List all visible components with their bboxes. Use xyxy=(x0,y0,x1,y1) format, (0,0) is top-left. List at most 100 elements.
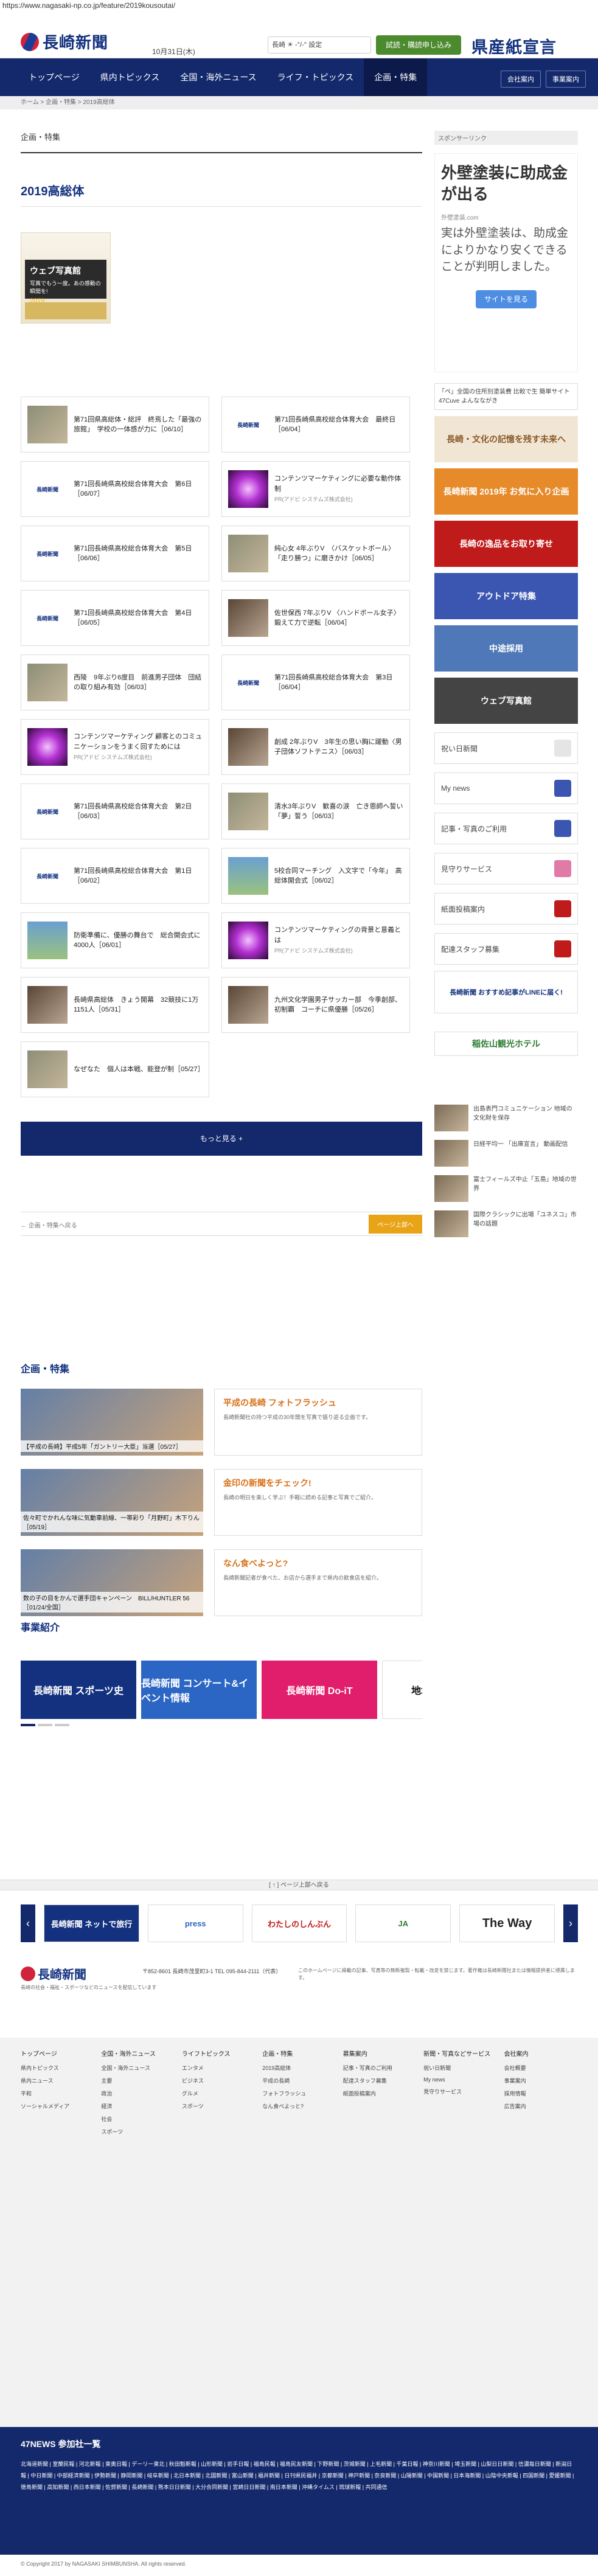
sitemap-link[interactable]: 社会 xyxy=(101,2115,174,2123)
chevron-right-icon[interactable]: › xyxy=(563,1904,578,1942)
feature-item[interactable]: 数の子の目をかんで選手団キャンペーン BILL/HUNTLER 56［01/24… xyxy=(21,1549,422,1616)
sidebar-news-item[interactable]: 富士フィールズ中止「五島」地域の世界 xyxy=(434,1175,578,1202)
sitemap-link[interactable]: ソーシャルメディア xyxy=(21,2102,94,2110)
sitemap-link[interactable]: 紙面投稿案内 xyxy=(343,2089,416,2097)
sitemap-link[interactable]: 県内トピックス xyxy=(21,2064,94,2072)
partner-banner[interactable]: JA xyxy=(355,1904,451,1942)
sitemap-heading[interactable]: 企画・特集 xyxy=(262,2049,335,2058)
sitemap-link[interactable]: 配達スタッフ募集 xyxy=(343,2077,416,2085)
article-card[interactable]: 佐世保西 7年ぶりV 〈ハンドボール女子〉 鍛えて力で逆転［06/04］ xyxy=(221,590,410,646)
sidebar-banner[interactable]: ウェブ写真館 xyxy=(434,678,578,724)
business-banner[interactable]: 地域×ク FAA xyxy=(382,1661,422,1719)
article-card[interactable]: 第71回県高総体・総評 終焉した「最強の旅館」 学校の一体感が力に［06/10］ xyxy=(21,397,209,453)
sitemap-link[interactable]: スポーツ xyxy=(182,2102,255,2110)
site-logo[interactable]: 長崎新聞 xyxy=(21,30,108,53)
sitemap-link[interactable]: 主要 xyxy=(101,2077,174,2085)
article-card[interactable]: 長崎新聞 第71回長崎県高校総合体育大会 第4日［06/05］ xyxy=(21,590,209,646)
sitemap-link[interactable]: 平成の長崎 xyxy=(262,2077,335,2085)
sitemap-link[interactable]: 政治 xyxy=(101,2089,174,2097)
carousel-dot[interactable] xyxy=(55,1724,69,1726)
sidebar-banner[interactable]: 長崎・文化の記憶を残す未来へ xyxy=(434,416,578,462)
nav-life[interactable]: ライフ・トピックス xyxy=(267,58,364,96)
nav-features[interactable]: 企画・特集 xyxy=(364,58,428,96)
sidebar-banner[interactable]: アウトドア特集 xyxy=(434,573,578,619)
page-top-button[interactable]: ページ上部へ xyxy=(369,1215,422,1234)
sitemap-heading[interactable]: 新聞・写真などサービス xyxy=(423,2049,496,2058)
article-card[interactable]: 長崎新聞 第71回長崎県高校総合体育大会 第1日［06/02］ xyxy=(21,848,209,904)
sitemap-link[interactable]: 広告案内 xyxy=(504,2102,577,2110)
sitemap-heading[interactable]: 募集案内 xyxy=(343,2049,416,2058)
partner-banner[interactable]: press xyxy=(147,1904,243,1942)
sitemap-link[interactable]: 見守りサービス xyxy=(423,2088,496,2095)
sitemap-link[interactable]: なん食べよっと? xyxy=(262,2102,335,2110)
feature-item[interactable]: 佐々町でかれんな味に気動車前線、一帯彩り「月野町」木下りん［05/19］ 金印の… xyxy=(21,1469,422,1536)
article-card[interactable]: 5校合同マーチング 入文字で「今年」 高総体開会式［06/02］ xyxy=(221,848,410,904)
article-card[interactable]: 長崎県高総体 きょう開幕 32競技に1万1151人［05/31］ xyxy=(21,977,209,1033)
back-to-top-bar[interactable]: [ ↑ ] ページ上部へ戻る xyxy=(0,1880,598,1890)
sidebar-link[interactable]: 紙面投稿案内 xyxy=(434,893,578,925)
carousel-dot[interactable] xyxy=(38,1724,52,1726)
sitemap-link[interactable]: 経済 xyxy=(101,2102,174,2110)
sidebar-banner[interactable]: 長崎の逸品をお取り寄せ xyxy=(434,521,578,567)
ad-text-link[interactable]: 「ペ」全国の住所別塗装費 比較で生 簡単サイト 47Cuve よんなながき xyxy=(434,383,578,410)
sidebar-link[interactable]: 記事・写真のご利用 xyxy=(434,813,578,844)
sidebar-banner[interactable]: 中途採用 xyxy=(434,625,578,672)
sitemap-link[interactable]: 事業案内 xyxy=(504,2077,577,2085)
ad-button[interactable]: サイトを見る xyxy=(476,290,537,308)
sidebar-link[interactable]: 見守りサービス xyxy=(434,853,578,884)
sidebar-news-item[interactable]: 出島表門コミュニケーション 地域の文化財を保存 xyxy=(434,1105,578,1131)
sidebar-banner[interactable]: 長崎新聞 2019年 お気に入り企画 xyxy=(434,468,578,515)
partner-banner[interactable]: The Way xyxy=(459,1904,555,1942)
sidebar-link[interactable]: 配達スタッフ募集 xyxy=(434,933,578,965)
article-card[interactable]: なぜなた 個人は本戦、能登が制［05/27］ xyxy=(21,1041,209,1097)
article-card[interactable]: 創成 2年ぶりV 3年生の思い胸に躍動〈男子団体ソフトテニス〉［06/03］ xyxy=(221,719,410,775)
sitemap-link[interactable]: 全国・海外ニュース xyxy=(101,2064,174,2072)
nav-top[interactable]: トップページ xyxy=(18,58,90,96)
sitemap-link[interactable]: 祝い日新聞 xyxy=(423,2064,496,2072)
sitemap-heading[interactable]: 会社案内 xyxy=(504,2049,577,2058)
sidebar-news-item[interactable]: 日経平均一 「出庫宣言」 動画配信 xyxy=(434,1140,578,1167)
sidebar-news-item[interactable]: 国際クラシックに出場「ユネスコ」市場の話題 xyxy=(434,1210,578,1237)
sitemap-link[interactable]: 2019高総体 xyxy=(262,2064,335,2072)
article-card[interactable]: 防衛準備に、優勝の舞台で 総合開会式に4000人［06/01］ xyxy=(21,912,209,968)
sidebar-link[interactable]: My news xyxy=(434,772,578,804)
breadcrumb[interactable]: ホーム > 企画・特集 > 2019高総体 xyxy=(0,96,598,109)
sitemap-link[interactable]: 県内ニュース xyxy=(21,2077,94,2085)
sitemap-link[interactable]: スポーツ xyxy=(101,2128,174,2136)
nav-national[interactable]: 全国・海外ニュース xyxy=(170,58,266,96)
partner-banner[interactable]: わたしのしんぶん xyxy=(251,1904,347,1942)
sitemap-link[interactable]: 平和 xyxy=(21,2089,94,2097)
photo-gallery-thumbnail[interactable]: ウェブ写真館 写真でもう一度。あの感動の瞬間を! 2019 xyxy=(21,232,111,324)
footer-logo[interactable]: 長崎新聞 xyxy=(21,1965,86,1982)
business-banner[interactable]: 長崎新聞 コンサート&イベント情報 xyxy=(141,1661,257,1719)
article-card[interactable]: 長崎新聞 第71回長崎県高校総合体育大会 第3日［06/04］ xyxy=(221,654,410,710)
article-card[interactable]: 九州文化学園男子サッカー部 今季創部、初制覇 コーチに県優勝［05/26］ xyxy=(221,977,410,1033)
sitemap-heading[interactable]: ライフトピックス xyxy=(182,2049,255,2058)
weather-widget[interactable]: 長崎 ☀ -°/-° 設定 xyxy=(268,36,371,54)
business-banner[interactable]: 長崎新聞 Do-iT xyxy=(262,1661,377,1719)
sidebar-link[interactable]: 祝い日新聞 xyxy=(434,732,578,764)
article-card[interactable]: 長崎新聞 第71回長崎県高校総合体育大会 第2日［06/03］ xyxy=(21,783,209,839)
chevron-left-icon[interactable]: ‹ xyxy=(21,1904,35,1942)
more-button[interactable]: もっと見る + xyxy=(21,1122,422,1156)
business-banner[interactable]: 長崎新聞 スポーツ史 xyxy=(21,1661,136,1719)
line-app-banner[interactable]: 長崎新聞 おすすめ記事がLINEに届く! xyxy=(434,971,578,1013)
news47-sites[interactable]: 北海道新聞 | 室蘭民報 | 河北新報 | 東奥日報 | デーリー東北 | 秋田… xyxy=(21,2459,577,2493)
nav-local[interactable]: 県内トピックス xyxy=(90,58,170,96)
sitemap-link[interactable]: My news xyxy=(423,2077,496,2083)
article-card[interactable]: コンテンツマーケティングに必要な動作体制 PR(アドビ システムズ株式会社) xyxy=(221,461,410,517)
article-card[interactable]: 長崎新聞 第71回長崎県高校総合体育大会 最終日［06/04］ xyxy=(221,397,410,453)
partner-banner[interactable]: 長崎新聞 ネットで旅行 xyxy=(44,1904,139,1942)
company-link[interactable]: 会社案内 xyxy=(501,71,541,88)
subscribe-button[interactable]: 試読・購読申し込み xyxy=(376,35,461,55)
article-card[interactable]: 長崎新聞 第71回長崎県高校総合体育大会 第6日［06/07］ xyxy=(21,461,209,517)
sitemap-link[interactable]: 会社概要 xyxy=(504,2064,577,2072)
sitemap-heading[interactable]: トップページ xyxy=(21,2049,94,2058)
article-card[interactable]: 長崎新聞 第71回長崎県高校総合体育大会 第5日［06/06］ xyxy=(21,526,209,582)
business-link[interactable]: 事業案内 xyxy=(546,71,586,88)
article-card[interactable]: 清水3年ぶりV 歓喜の涙 亡き恩師へ誓い「夢」誓う［06/03］ xyxy=(221,783,410,839)
sitemap-link[interactable]: グルメ xyxy=(182,2089,255,2097)
article-card[interactable]: 純心女 4年ぶりV 〈バスケットボール〉「走り勝つ」に磨きかけ［06/05］ xyxy=(221,526,410,582)
feature-item[interactable]: 【平成の長崎】平成5年「ガントリー大臣」当選［05/27］ 平成の長崎 フォトフ… xyxy=(21,1389,422,1456)
article-card[interactable]: コンテンツマーケティングの背景と意義とは PR(アドビ システムズ株式会社) xyxy=(221,912,410,968)
